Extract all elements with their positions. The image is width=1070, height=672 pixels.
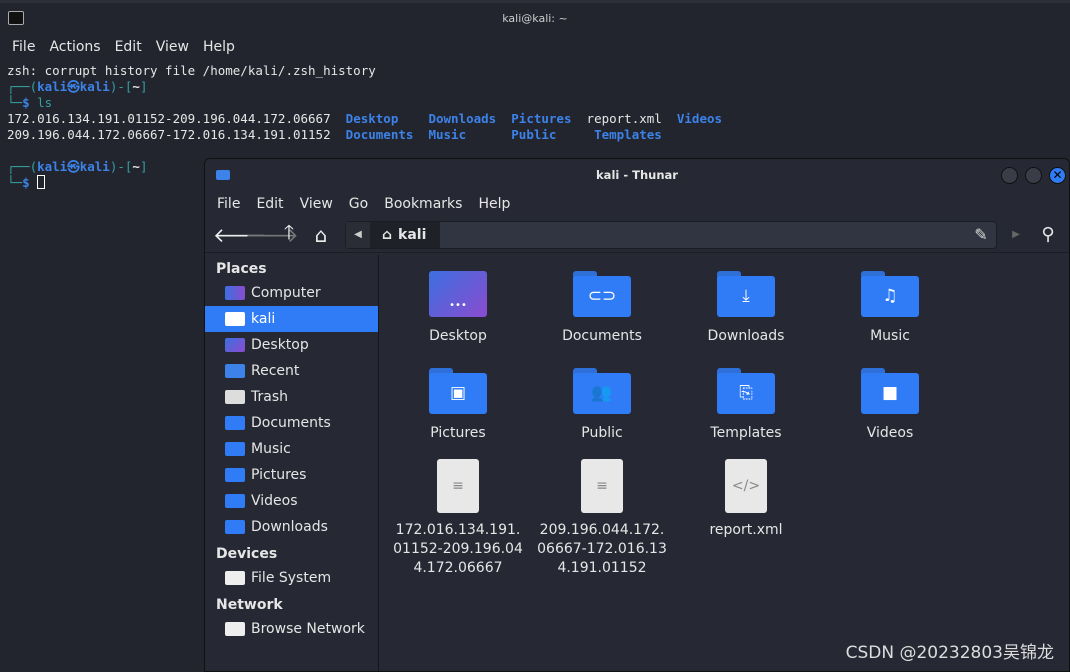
folder-item[interactable]: ⊂⊃ Documents xyxy=(532,271,672,346)
sidebar-item-trash[interactable]: Trash xyxy=(205,384,378,410)
menu-edit[interactable]: Edit xyxy=(115,39,142,55)
trash-icon xyxy=(225,390,245,404)
template-folder-icon: ⎘ xyxy=(717,368,775,414)
file-item[interactable]: </> report.xml xyxy=(676,459,816,540)
sidebar-item-kali[interactable]: kali xyxy=(205,306,378,332)
thunar-menubar: File Edit View Go Bookmarks Help xyxy=(205,191,1069,217)
paperclip-folder-icon: ⊂⊃ xyxy=(573,271,631,317)
menu-help[interactable]: Help xyxy=(478,196,510,212)
browse-network-icon xyxy=(225,622,245,636)
videos-icon xyxy=(225,494,245,508)
back-icon[interactable]: 🡐 xyxy=(213,223,267,247)
xml-file-icon: </> xyxy=(725,459,767,513)
computer-icon xyxy=(225,286,245,300)
ls-output-line: 172.016.134.191.01152-209.196.044.172.06… xyxy=(7,111,723,126)
maximize-button[interactable] xyxy=(1025,167,1042,184)
text-file-icon: ≡ xyxy=(581,459,623,513)
cursor xyxy=(37,175,46,189)
folder-item[interactable]: ⤓ Downloads xyxy=(676,271,816,346)
up-icon[interactable]: 🡑 xyxy=(277,218,301,252)
sidebar: Places Computer kali Desktop Recent Trash Docu… xyxy=(205,255,379,671)
text-file-icon: ≡ xyxy=(437,459,479,513)
thunar-titlebar[interactable]: kali - Thunar ✕ xyxy=(205,159,1069,191)
sidebar-heading: Network xyxy=(216,597,283,613)
documents-icon xyxy=(225,416,245,430)
sidebar-item-music[interactable]: Music xyxy=(205,436,378,462)
sidebar-heading: Devices xyxy=(216,546,278,562)
terminal-menubar: File Actions Edit View Help xyxy=(0,34,1070,60)
menu-view[interactable]: View xyxy=(156,39,189,55)
folder-item[interactable]: ♫ Music xyxy=(820,271,960,346)
kali-icon xyxy=(225,312,245,326)
download-folder-icon: ⤓ xyxy=(717,271,775,317)
path-left-icon[interactable]: ◀ xyxy=(346,221,370,248)
watermark: CSDN @20232803吴锦龙 xyxy=(845,643,1054,663)
menu-file[interactable]: File xyxy=(12,39,35,55)
minimize-button[interactable] xyxy=(1001,167,1018,184)
folder-item[interactable]: ⎘ Templates xyxy=(676,368,816,443)
terminal-title: kali@kali: ~ xyxy=(502,12,568,25)
menu-help[interactable]: Help xyxy=(203,39,235,55)
menu-view[interactable]: View xyxy=(300,196,333,212)
music-folder-icon: ♫ xyxy=(861,271,919,317)
prompt-line: ┌──(kali㉿kali)-[~] xyxy=(7,79,148,94)
file-item[interactable]: ≡ 209.196.044.172.06667-172.016.134.191.0… xyxy=(532,459,672,578)
menu-edit[interactable]: Edit xyxy=(256,196,283,212)
sidebar-item-recent[interactable]: Recent xyxy=(205,358,378,384)
sidebar-item-file-system[interactable]: File System xyxy=(205,565,378,591)
thunar-window: kali - Thunar ✕ File Edit View Go Bookma… xyxy=(204,158,1070,672)
ls-output-line: 209.196.044.172.06667-172.016.134.191.01… xyxy=(7,127,662,142)
window-title: kali - Thunar xyxy=(596,168,678,182)
sidebar-item-documents[interactable]: Documents xyxy=(205,410,378,436)
video-folder-icon: ■ xyxy=(861,368,919,414)
folder-item[interactable]: ▣ Pictures xyxy=(388,368,528,443)
edit-path-icon[interactable]: ✎ xyxy=(966,225,996,244)
downloads-icon xyxy=(225,520,245,534)
home-icon[interactable]: ⌂ xyxy=(309,223,333,247)
path-crumb[interactable]: ⌂ kali xyxy=(370,221,441,248)
folder-item[interactable]: ■ Videos xyxy=(820,368,960,443)
folder-item[interactable]: 👥 Public xyxy=(532,368,672,443)
file-item[interactable]: ≡ 172.016.134.191.01152-209.196.044.172.0… xyxy=(388,459,528,578)
terminal-titlebar: kali@kali: ~ xyxy=(0,0,1070,34)
home-icon: ⌂ xyxy=(382,226,393,243)
folder-item[interactable]: ••• Desktop xyxy=(388,271,528,346)
recent-icon xyxy=(225,364,245,378)
file-view: ••• Desktop ⊂⊃ Documents ⤓ Downloads ♫ Music ▣ Pi… xyxy=(380,255,1069,671)
sidebar-item-downloads[interactable]: Downloads xyxy=(205,514,378,540)
file-system-icon xyxy=(225,571,245,585)
sidebar-item-videos[interactable]: Videos xyxy=(205,488,378,514)
toolbar: 🡐 🡒 🡑 ⌂ ◀ ⌂ kali ✎ ▶ ⚲ xyxy=(205,217,1069,253)
sidebar-item-desktop[interactable]: Desktop xyxy=(205,332,378,358)
menu-actions[interactable]: Actions xyxy=(49,39,100,55)
sidebar-item-computer[interactable]: Computer xyxy=(205,280,378,306)
close-button[interactable]: ✕ xyxy=(1049,167,1066,184)
history-warning: zsh: corrupt history file /home/kali/.zs… xyxy=(7,63,376,78)
path-right-icon[interactable]: ▶ xyxy=(1005,229,1027,240)
sidebar-item-pictures[interactable]: Pictures xyxy=(205,462,378,488)
command: ls xyxy=(37,95,53,110)
pictures-icon xyxy=(225,468,245,482)
desktop-icon xyxy=(225,338,245,352)
sidebar-heading: Places xyxy=(216,261,267,277)
search-icon[interactable]: ⚲ xyxy=(1035,224,1061,245)
image-folder-icon: ▣ xyxy=(429,368,487,414)
menu-file[interactable]: File xyxy=(217,196,240,212)
forward-icon[interactable]: 🡒 xyxy=(245,223,299,247)
menu-go[interactable]: Go xyxy=(349,196,368,212)
menu-bookmarks[interactable]: Bookmarks xyxy=(384,196,462,212)
location-bar[interactable]: ◀ ⌂ kali ✎ xyxy=(345,220,997,249)
people-folder-icon: 👥 xyxy=(573,368,631,414)
music-icon xyxy=(225,442,245,456)
sidebar-item-browse-network[interactable]: Browse Network xyxy=(205,616,378,642)
desktop-folder-icon: ••• xyxy=(429,271,487,317)
